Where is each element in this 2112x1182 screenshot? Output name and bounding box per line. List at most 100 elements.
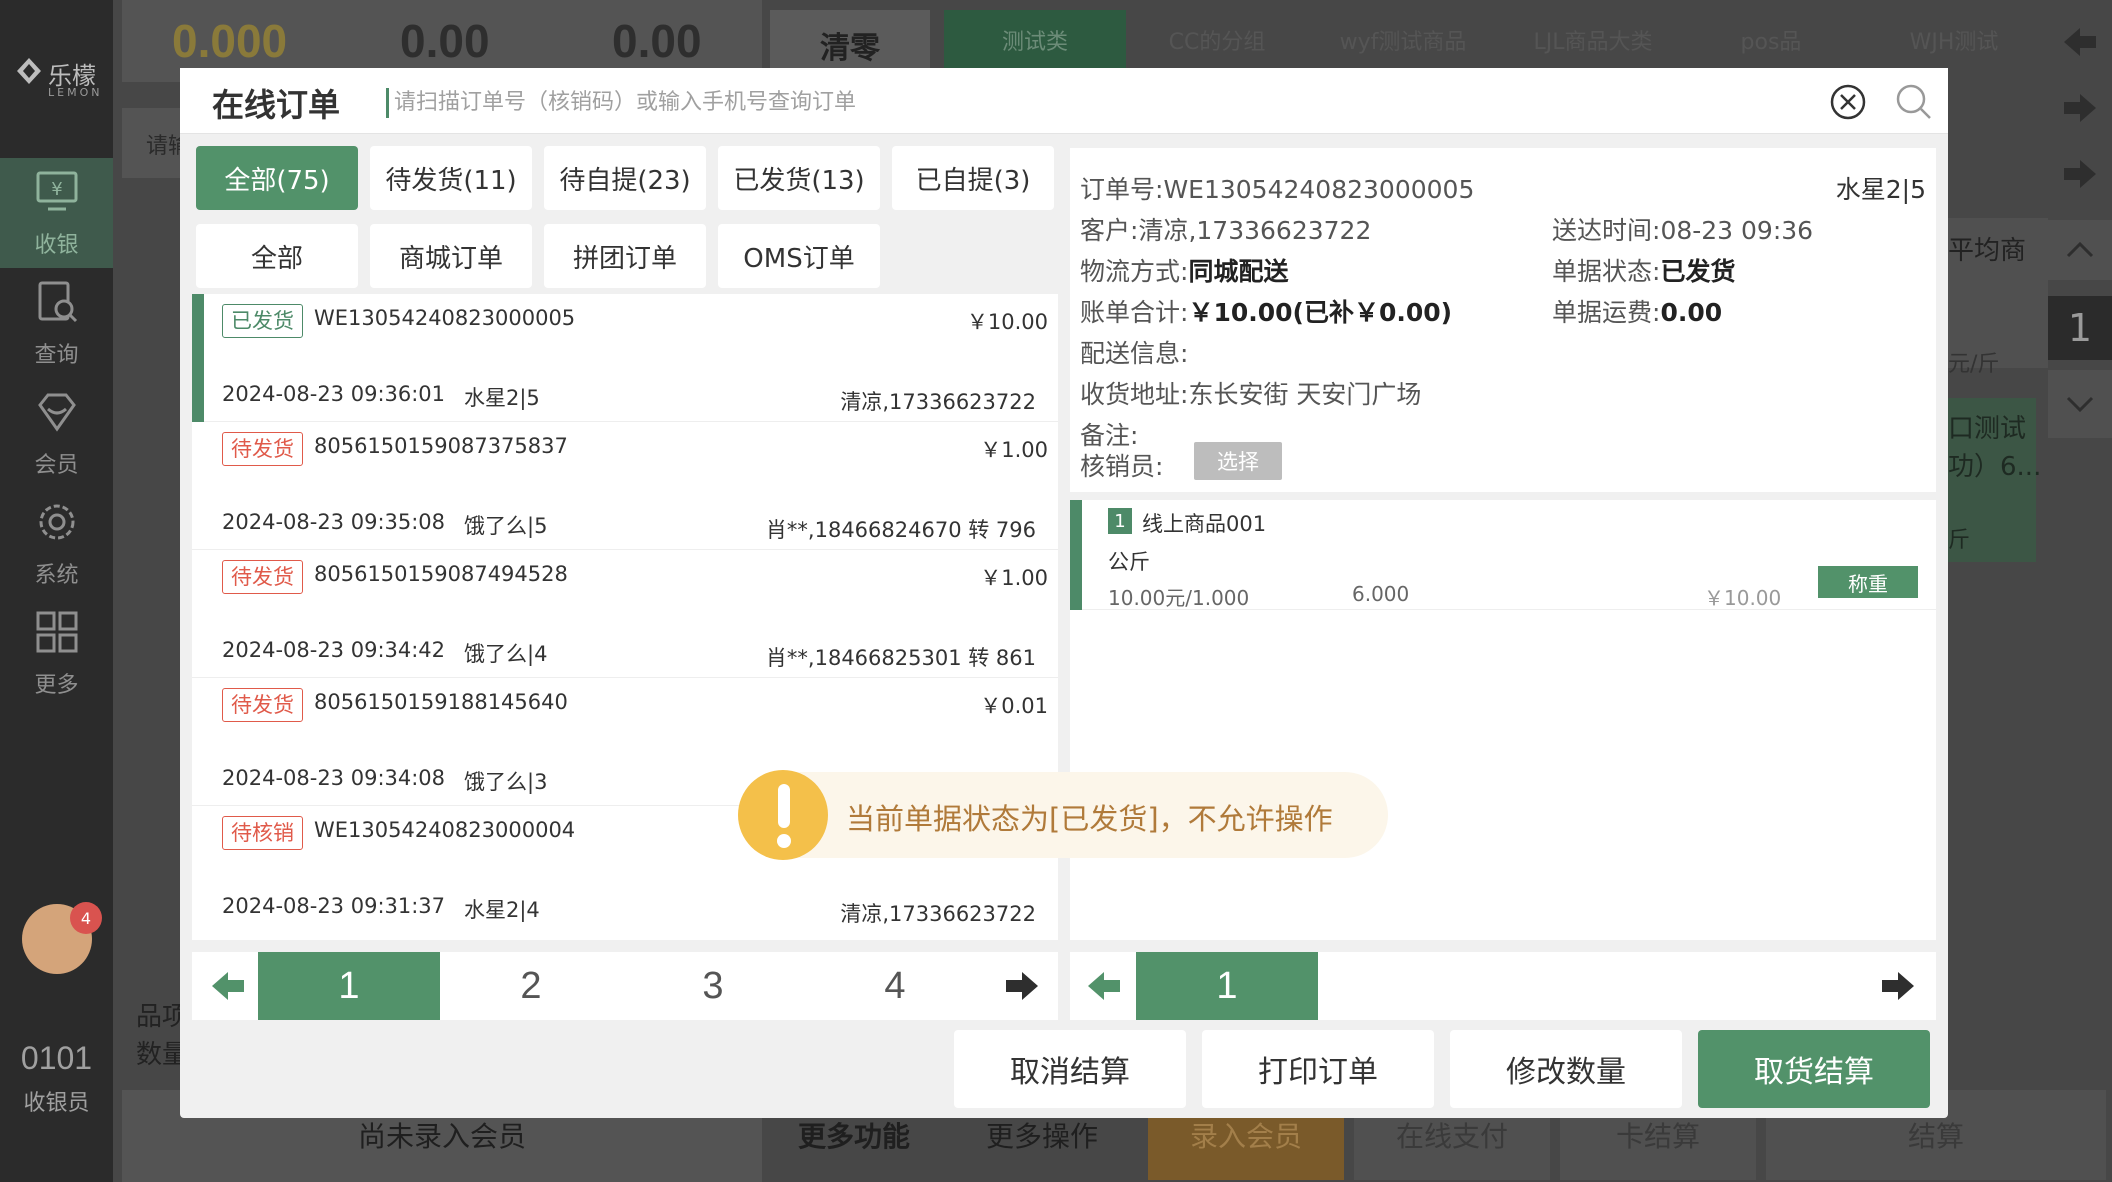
detail-status-value: 已发货 [1660,257,1736,286]
page-button[interactable]: 3 [622,952,804,1020]
detail-freight-value: 0.00 [1660,298,1723,327]
nav-cashier[interactable]: ¥ 收银 [0,158,113,268]
warning-icon-dot [777,834,791,848]
category-tab[interactable]: 测试类 [944,10,1126,70]
nav-system[interactable]: 系统 [0,488,113,598]
order-customer: 肖**,18466825301 转 861 [765,646,1036,670]
tab-pending-ship[interactable]: 待发货(11) [370,146,532,210]
dialog-header: 在线订单 [180,68,1948,134]
order-number: WE13054240823000005 [314,306,576,330]
detail-address-value: 东长安街 天安门广场 [1188,380,1422,409]
tab-all-status[interactable]: 全部(75) [196,146,358,210]
detail-verifier: 核销员: [1080,452,1164,481]
detail-freight: 单据运费:0.00 [1552,293,1722,329]
order-items-panel: 1 线上商品001 公斤 10.00元/1.000 6.000 ￥10.00 称… [1070,500,1936,940]
nav-query[interactable]: 查询 [0,268,113,378]
next-page-icon[interactable] [1878,966,1918,1006]
nav-more[interactable]: 更多 [0,598,113,708]
cashier-number: 0101 [20,1040,93,1076]
nav-member-label: 会员 [34,453,79,478]
nav-system-label: 系统 [34,563,79,588]
order-time: 2024-08-23 09:34:42 [222,638,446,662]
detail-address: 收货地址:东长安街 天安门广场 [1080,375,1421,411]
order-number: 8056150159087494528 [314,562,568,586]
detail-address-label: 收货地址: [1080,380,1189,409]
prev-page-icon[interactable] [1084,966,1124,1006]
cancel-checkout-button[interactable]: 取消结算 [954,1030,1186,1108]
item-unit: 公斤 [1108,550,1150,574]
category-tab[interactable]: LJL商品大类 [1498,10,1688,70]
bg-product-line2: 功）6... [1948,452,2042,482]
detail-delivery-info: 配送信息: [1080,339,1189,368]
item-price: 10.00元/1.000 [1108,586,1250,610]
logo-sub: LEMON [48,86,103,99]
order-store: 饿了么|4 [464,642,548,666]
tab-oms-orders[interactable]: OMS订单 [718,224,880,288]
detail-order-no-value: WE13054240823000005 [1163,175,1475,204]
online-order-dialog: 在线订单 全部(75) 待发货(11) 待自提(23) 已发货(13) 已自提(… [180,68,1948,1118]
category-tab[interactable]: CC的分组 [1126,10,1308,70]
amount-paid: 0.00 [612,15,702,67]
order-row[interactable]: 待发货 8056150159087494528 ￥1.00 2024-08-23… [192,550,1058,678]
status-badge: 已发货 [222,304,303,338]
detail-delivery-time-value: 08-23 09:36 [1660,216,1814,245]
select-verifier-button[interactable]: 选择 [1194,442,1282,480]
detail-status: 单据状态:已发货 [1552,252,1735,288]
close-icon[interactable] [1828,82,1868,122]
detail-store: 水星2|5 [1835,175,1926,204]
order-search-input[interactable] [394,82,1394,122]
order-customer: 肖**,18466824670 转 796 [765,518,1036,542]
order-customer: 清凉,17336623722 [840,902,1036,926]
order-item-row[interactable]: 1 线上商品001 公斤 10.00元/1.000 6.000 ￥10.00 称… [1070,500,1936,610]
tab-group-orders[interactable]: 拼团订单 [544,224,706,288]
warning-icon-bar [778,784,790,828]
cashier-icon: ¥ [36,171,77,211]
detail-total-label: 账单合计: [1080,298,1189,327]
tab-picked-up[interactable]: 已自提(3) [892,146,1054,210]
nav-member[interactable]: 会员 [0,378,113,488]
detail-total: 账单合计:￥10.00(已补￥0.00) [1080,293,1452,329]
item-name: 线上商品001 [1142,512,1267,536]
tab-pending-pickup[interactable]: 待自提(23) [544,146,706,210]
page-button[interactable]: 2 [440,952,622,1020]
page-button[interactable]: 4 [804,952,986,1020]
category-tab[interactable]: WJH测试 [1874,10,2034,70]
prev-page-icon[interactable] [208,966,248,1006]
status-badge: 待发货 [222,688,303,722]
pickup-checkout-button[interactable]: 取货结算 [1698,1030,1930,1108]
status-badge: 待发货 [222,432,303,466]
arrow-right-icon[interactable] [2060,88,2100,128]
order-time: 2024-08-23 09:36:01 [222,382,446,406]
arrow-right-icon[interactable] [2060,154,2100,194]
tab-mall-orders[interactable]: 商城订单 [370,224,532,288]
weigh-button[interactable]: 称重 [1818,566,1918,598]
order-customer: 清凉,17336623722 [840,390,1036,414]
print-order-button[interactable]: 打印订单 [1202,1030,1434,1108]
order-number: WE13054240823000004 [314,818,576,842]
tab-shipped[interactable]: 已发货(13) [718,146,880,210]
order-row[interactable]: 待发货 8056150159087375837 ￥1.00 2024-08-23… [192,422,1058,550]
detail-customer: 客户:清凉,17336623722 [1080,211,1371,247]
next-page-icon[interactable] [1002,966,1042,1006]
brand-logo: 乐檬 LEMON [10,50,110,110]
bg-avg-text: 平均商 [1948,236,2027,266]
item-total: ￥10.00 [1704,586,1782,610]
detail-status-label: 单据状态: [1552,257,1661,286]
order-number: 8056150159188145640 [314,690,568,714]
page-button[interactable]: 1 [1136,952,1318,1020]
category-tab[interactable]: pos品 [1688,10,1854,70]
status-badge: 待发货 [222,560,303,594]
tab-all-types[interactable]: 全部 [196,224,358,288]
detail-order-no: 订单号:WE13054240823000005 [1080,170,1474,206]
bg-product-name: 口测试 [1948,414,2027,444]
category-tab[interactable]: wyf测试商品 [1308,10,1498,70]
amount-weight: 0.000 [172,15,288,67]
bg-product-unit: 斤 [1948,528,1971,553]
order-list-pager: 1 2 3 4 [192,952,1058,1020]
page-button[interactable]: 1 [258,952,440,1020]
order-store: 饿了么|3 [464,770,548,794]
order-row[interactable]: 已发货 WE13054240823000005 ￥10.00 2024-08-2… [192,294,1058,422]
search-icon[interactable] [1894,82,1934,122]
edit-quantity-button[interactable]: 修改数量 [1450,1030,1682,1108]
arrow-left-icon[interactable] [2060,22,2100,62]
